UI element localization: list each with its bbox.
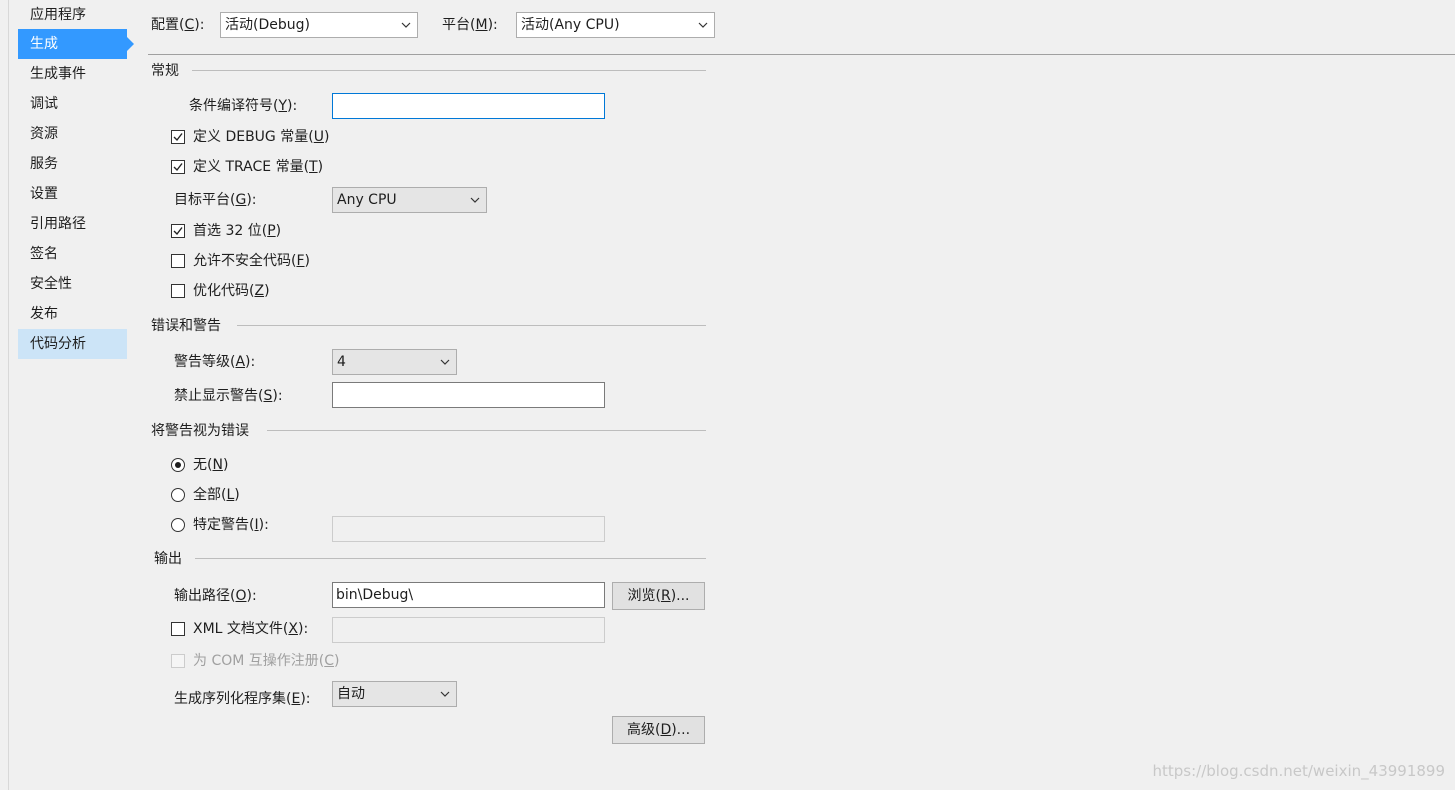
- target-platform-label: 目标平台(G):: [174, 192, 257, 208]
- com-interop-label: 为 COM 互操作注册(C): [193, 653, 340, 669]
- output-path-label: 输出路径(O):: [174, 588, 257, 604]
- optimize-code-label[interactable]: 优化代码(Z): [193, 281, 270, 301]
- xml-doc-input[interactable]: [332, 617, 605, 643]
- chevron-down-icon: [440, 691, 450, 697]
- serialization-value: 自动: [337, 686, 365, 702]
- section-title-errors-warnings: 错误和警告: [151, 318, 221, 334]
- config-label: 配置(C):: [151, 17, 205, 33]
- xml-doc-label[interactable]: XML 文档文件(X):: [193, 619, 308, 639]
- sidebar-item-build-events[interactable]: 生成事件: [18, 59, 127, 89]
- checkmark-icon: [173, 227, 183, 236]
- suppress-warnings-label: 禁止显示警告(S):: [174, 388, 283, 404]
- advanced-button[interactable]: 高级(D)...: [612, 716, 705, 744]
- specific-warnings-input[interactable]: [332, 516, 605, 542]
- config-dropdown[interactable]: 活动(Debug): [220, 12, 418, 38]
- checkmark-icon: [173, 163, 183, 172]
- treat-specific-label[interactable]: 特定警告(I):: [193, 515, 269, 535]
- platform-label: 平台(M):: [442, 17, 498, 33]
- allow-unsafe-label[interactable]: 允许不安全代码(F): [193, 251, 310, 271]
- allow-unsafe-checkbox[interactable]: [171, 254, 185, 268]
- target-platform-value: Any CPU: [337, 192, 397, 208]
- sidebar-item-publish[interactable]: 发布: [18, 299, 127, 329]
- sidebar-item-settings[interactable]: 设置: [18, 179, 127, 209]
- warning-level-dropdown[interactable]: 4: [332, 349, 457, 375]
- define-debug-label[interactable]: 定义 DEBUG 常量(U): [193, 127, 329, 147]
- watermark: https://blog.csdn.net/weixin_43991899: [1152, 762, 1445, 780]
- platform-value: 活动(Any CPU): [521, 17, 620, 33]
- section-title-general: 常规: [151, 63, 179, 79]
- optimize-code-checkbox[interactable]: [171, 284, 185, 298]
- sidebar-item-reference-paths[interactable]: 引用路径: [18, 209, 127, 239]
- cond-symbols-label: 条件编译符号(Y):: [189, 98, 298, 114]
- chevron-down-icon: [698, 22, 708, 28]
- checkmark-icon: [173, 133, 183, 142]
- section-divider: [192, 70, 706, 71]
- section-divider: [267, 430, 706, 431]
- prefer-32bit-checkbox[interactable]: [171, 224, 185, 238]
- sidebar-item-code-analysis[interactable]: 代码分析: [18, 329, 127, 359]
- browse-button[interactable]: 浏览(R)...: [612, 582, 705, 610]
- section-title-output: 输出: [154, 551, 182, 567]
- treat-all-radio[interactable]: [171, 488, 185, 502]
- sidebar-item-security[interactable]: 安全性: [18, 269, 127, 299]
- cond-symbols-input[interactable]: [332, 93, 605, 119]
- output-path-input[interactable]: bin\Debug\: [332, 582, 605, 608]
- section-divider: [237, 325, 706, 326]
- prefer-32bit-label[interactable]: 首选 32 位(P): [193, 221, 281, 241]
- serialization-label: 生成序列化程序集(E):: [174, 691, 311, 707]
- sidebar-item-application[interactable]: 应用程序: [18, 0, 127, 30]
- sidebar-item-services[interactable]: 服务: [18, 149, 127, 179]
- chevron-down-icon: [401, 22, 411, 28]
- radio-selected-dot: [175, 462, 181, 468]
- window-left-border: [8, 0, 9, 790]
- platform-dropdown[interactable]: 活动(Any CPU): [516, 12, 715, 38]
- chevron-down-icon: [440, 359, 450, 365]
- treat-none-radio[interactable]: [171, 458, 185, 472]
- header-separator: [148, 54, 1455, 55]
- define-debug-checkbox[interactable]: [171, 130, 185, 144]
- chevron-down-icon: [470, 197, 480, 203]
- warning-level-value: 4: [337, 354, 346, 370]
- warning-level-label: 警告等级(A):: [174, 354, 256, 370]
- section-title-treat-warnings: 将警告视为错误: [151, 423, 249, 439]
- suppress-warnings-input[interactable]: [332, 382, 605, 408]
- sidebar-item-signing[interactable]: 签名: [18, 239, 127, 269]
- config-value: 活动(Debug): [225, 17, 310, 33]
- sidebar-item-debug[interactable]: 调试: [18, 89, 127, 119]
- define-trace-checkbox[interactable]: [171, 160, 185, 174]
- section-divider: [195, 558, 706, 559]
- treat-none-label[interactable]: 无(N): [193, 455, 228, 475]
- sidebar: 应用程序 生成 生成事件 调试 资源 服务 设置 引用路径 签名 安全性 发布 …: [18, 0, 138, 790]
- xml-doc-checkbox[interactable]: [171, 622, 185, 636]
- treat-specific-radio[interactable]: [171, 518, 185, 532]
- define-trace-label[interactable]: 定义 TRACE 常量(T): [193, 157, 323, 177]
- sidebar-item-resources[interactable]: 资源: [18, 119, 127, 149]
- target-platform-dropdown[interactable]: Any CPU: [332, 187, 487, 213]
- sidebar-item-build[interactable]: 生成: [18, 29, 134, 59]
- serialization-dropdown[interactable]: 自动: [332, 681, 457, 707]
- com-interop-checkbox[interactable]: [171, 654, 185, 668]
- treat-all-label[interactable]: 全部(L): [193, 485, 240, 505]
